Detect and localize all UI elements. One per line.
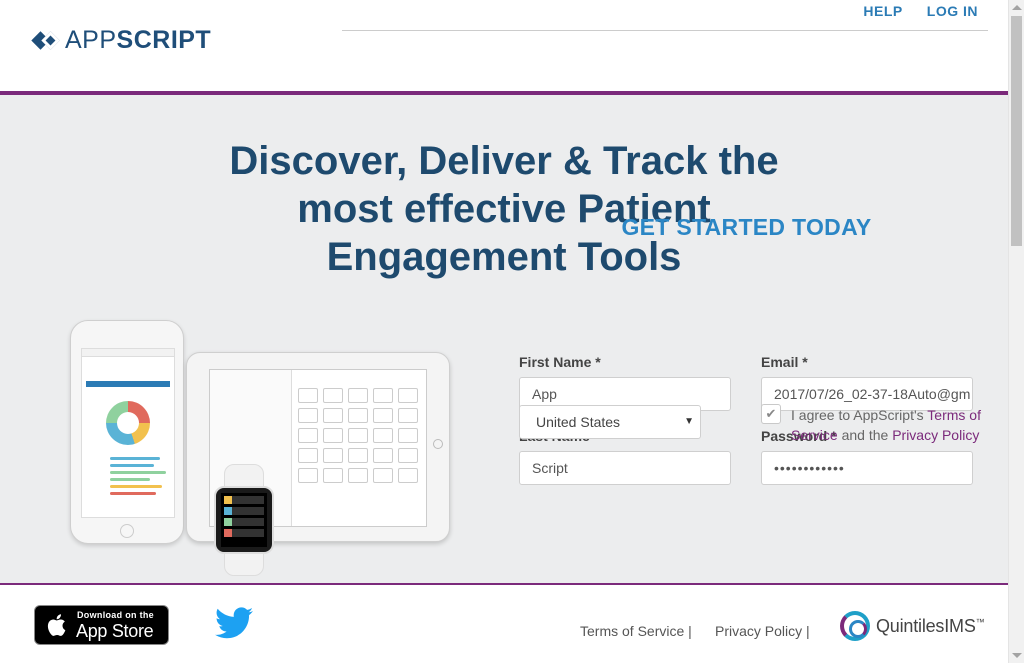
- site-header: APPSCRIPT HELP LOG IN: [0, 0, 1008, 91]
- twitter-icon[interactable]: [215, 607, 253, 639]
- hero-section: Discover, Deliver & Track the most effec…: [0, 95, 1008, 583]
- phone-mockup: [70, 320, 184, 544]
- country-select[interactable]: United States ▼: [519, 405, 701, 439]
- app-store-big-text: App Store: [76, 621, 154, 641]
- agree-middle: and the: [837, 427, 893, 443]
- caret-down-icon: ▼: [684, 416, 694, 427]
- logo-text-script: SCRIPT: [116, 26, 212, 54]
- last-name-field[interactable]: Script: [519, 451, 731, 485]
- headline-line-1: Discover, Deliver & Track the: [229, 139, 779, 183]
- quintilesims-logo-icon: [840, 611, 870, 641]
- logo-text-app: APP: [65, 26, 117, 54]
- login-link[interactable]: LOG IN: [927, 3, 978, 19]
- header-divider: [342, 30, 988, 31]
- app-store-badge[interactable]: Download on the App Store: [34, 605, 169, 645]
- agree-privacy-link[interactable]: Privacy Policy: [892, 427, 979, 443]
- hero-headline: Discover, Deliver & Track the most effec…: [0, 137, 1008, 281]
- country-select-value: United States: [536, 414, 621, 430]
- score-donut: [106, 401, 150, 445]
- logo-text: APPSCRIPT: [65, 26, 211, 55]
- agree-prefix: I agree to AppScript's: [791, 407, 928, 423]
- device-mockup-image: [68, 320, 458, 580]
- scroll-up-arrow-icon[interactable]: [1012, 5, 1022, 10]
- phone-screen: [81, 348, 175, 518]
- app-store-small-text: Download on the: [77, 610, 154, 620]
- quintilesims-logo-text: QuintilesIMS™: [876, 615, 985, 637]
- quintilesims-logo[interactable]: QuintilesIMS™: [840, 611, 985, 641]
- appscript-logo-icon: [31, 30, 61, 52]
- form-title: GET STARTED TODAY: [621, 214, 872, 240]
- scroll-thumb[interactable]: [1011, 16, 1022, 246]
- partner-tm: ™: [975, 616, 985, 627]
- appscript-logo[interactable]: APPSCRIPT: [31, 26, 211, 55]
- footer-privacy-link[interactable]: Privacy Policy |: [715, 623, 810, 639]
- page-scrollbar[interactable]: [1008, 0, 1024, 663]
- partner-name: QuintilesIMS: [876, 615, 976, 636]
- checkmark-icon: ✔: [765, 406, 777, 421]
- apple-icon: [47, 614, 66, 636]
- footer-terms-link[interactable]: Terms of Service |: [580, 623, 692, 639]
- email-label: Email *: [761, 354, 808, 370]
- first-name-label: First Name *: [519, 354, 601, 370]
- agree-checkbox[interactable]: ✔: [761, 404, 781, 424]
- site-footer: Download on the App Store Terms of Servi…: [0, 585, 1008, 663]
- watch-mockup: [214, 464, 274, 576]
- password-field[interactable]: ••••••••••••: [761, 451, 973, 485]
- help-link[interactable]: HELP: [863, 3, 902, 19]
- scroll-down-arrow-icon[interactable]: [1012, 653, 1022, 658]
- top-nav: HELP LOG IN: [863, 3, 978, 19]
- agree-text: I agree to AppScript's Terms of Service …: [791, 405, 981, 445]
